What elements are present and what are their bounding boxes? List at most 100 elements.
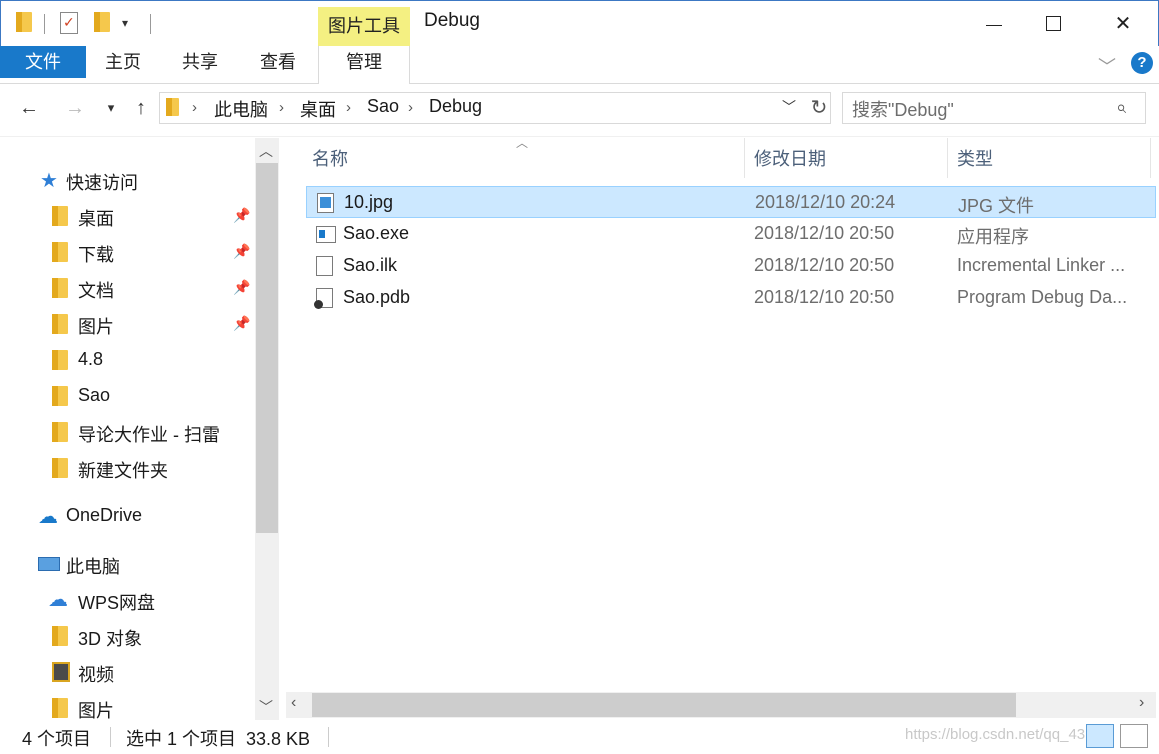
tab-view[interactable]: 查看: [252, 46, 304, 78]
file-name: Sao.pdb: [343, 287, 411, 307]
nav-label: 文档: [78, 281, 114, 301]
column-separator[interactable]: [744, 138, 745, 178]
column-header-type[interactable]: 类型: [957, 145, 993, 171]
scroll-down-icon[interactable]: ﹀: [259, 697, 273, 717]
pin-icon[interactable]: 📌: [233, 315, 250, 332]
nav-item-documents[interactable]: 文档 📌: [0, 270, 255, 306]
minimize-button[interactable]: [964, 0, 1024, 46]
column-header-date[interactable]: 修改日期: [754, 145, 826, 171]
help-icon[interactable]: ?: [1131, 52, 1153, 74]
tab-manage[interactable]: 管理: [338, 46, 390, 78]
nav-item-new-folder[interactable]: 新建文件夹: [0, 450, 255, 486]
sort-ascending-icon: ︿: [516, 136, 529, 150]
nav-item-pictures-pc[interactable]: 图片: [0, 690, 255, 720]
breadcrumb-desktop[interactable]: 桌面: [300, 96, 336, 122]
nav-label: 视频: [78, 665, 114, 685]
exe-file-icon: [316, 226, 336, 243]
pin-icon[interactable]: 📌: [233, 279, 250, 296]
nav-item-videos[interactable]: 视频: [0, 654, 255, 690]
chevron-right-icon[interactable]: ›: [408, 99, 413, 116]
folder-icon: [52, 422, 68, 442]
tab-share[interactable]: 共享: [174, 46, 226, 78]
search-placeholder: 搜索"Debug": [852, 100, 954, 120]
customize-quick-access-icon[interactable]: ▾: [122, 16, 128, 30]
nav-onedrive[interactable]: ☁ OneDrive: [0, 498, 255, 534]
tab-home[interactable]: 主页: [98, 46, 148, 78]
up-button[interactable]: ↑: [126, 94, 156, 122]
nav-label: 图片: [78, 317, 114, 337]
nav-label: 4.8: [78, 349, 104, 369]
nav-scrollbar-thumb[interactable]: [256, 163, 278, 533]
image-file-icon: [317, 193, 334, 213]
back-button[interactable]: ←: [14, 94, 44, 122]
file-date: 2018/12/10 20:50: [754, 223, 895, 243]
separator: [150, 14, 151, 34]
close-button[interactable]: ✕: [1093, 0, 1153, 46]
properties-icon[interactable]: ✓: [60, 12, 78, 34]
scroll-left-icon[interactable]: ‹: [291, 694, 296, 712]
file-row[interactable]: Sao.pdb 2018/12/10 20:50 Program Debug D…: [306, 282, 1156, 314]
downloads-folder-icon: [52, 242, 68, 262]
file-row[interactable]: 10.jpg 2018/12/10 20:24 JPG 文件: [306, 186, 1156, 218]
ilk-file-icon: [316, 256, 333, 276]
wps-cloud-icon: ☁: [48, 589, 68, 611]
pin-icon[interactable]: 📌: [233, 243, 250, 260]
nav-label: 3D 对象: [78, 629, 143, 649]
folder-icon: [52, 458, 68, 478]
horizontal-scrollbar-thumb[interactable]: [312, 693, 1016, 717]
file-row[interactable]: Sao.exe 2018/12/10 20:50 应用程序: [306, 218, 1156, 250]
nav-item-sao[interactable]: Sao: [0, 378, 255, 414]
nav-label: 快速访问: [66, 173, 138, 193]
column-header-name[interactable]: 名称: [312, 145, 348, 171]
column-separator[interactable]: [1150, 138, 1151, 178]
nav-label: 图片: [78, 701, 114, 720]
folder-icon: [166, 98, 179, 116]
nav-label: OneDrive: [66, 505, 143, 525]
large-icons-view-button[interactable]: [1120, 724, 1148, 748]
tab-file[interactable]: 文件: [0, 46, 86, 78]
nav-quick-access[interactable]: ★ 快速访问: [0, 162, 255, 198]
column-separator[interactable]: [947, 138, 948, 178]
watermark: https://blog.csdn.net/qq_43..: [905, 726, 1094, 743]
nav-this-pc[interactable]: 此电脑: [0, 546, 255, 582]
scroll-right-icon[interactable]: ›: [1139, 694, 1144, 712]
file-name: Sao.ilk: [343, 255, 398, 275]
forward-button[interactable]: →: [60, 94, 90, 122]
chevron-right-icon[interactable]: ›: [279, 99, 284, 116]
3d-objects-folder-icon: [52, 626, 68, 646]
file-type: Program Debug Da...: [957, 287, 1128, 307]
window-title: Debug: [424, 10, 480, 31]
nav-item-minesweeper[interactable]: 导论大作业 - 扫雷: [0, 414, 255, 450]
new-folder-icon[interactable]: [94, 12, 110, 32]
file-name: 10.jpg: [344, 192, 394, 212]
file-date: 2018/12/10 20:24: [755, 192, 896, 212]
chevron-right-icon[interactable]: ›: [346, 99, 351, 116]
details-view-button[interactable]: [1086, 724, 1114, 748]
breadcrumb-this-pc[interactable]: 此电脑: [214, 96, 268, 122]
breadcrumb-sao[interactable]: Sao: [367, 96, 399, 117]
address-dropdown-icon[interactable]: ﹀: [782, 97, 796, 117]
nav-label: Sao: [78, 385, 111, 405]
file-type: JPG 文件: [958, 196, 1035, 216]
nav-item-4-8[interactable]: 4.8: [0, 342, 255, 378]
file-name: Sao.exe: [343, 223, 410, 243]
recent-locations-button[interactable]: ▾: [96, 94, 126, 122]
nav-item-downloads[interactable]: 下载 📌: [0, 234, 255, 270]
search-icon[interactable]: ⌕: [1116, 97, 1126, 118]
selection-info: 选中 1 个项目 33.8 KB: [126, 729, 311, 749]
expand-ribbon-icon[interactable]: ﹀: [1098, 53, 1116, 79]
breadcrumb-debug[interactable]: Debug: [429, 96, 482, 117]
refresh-icon[interactable]: ↻: [806, 95, 832, 121]
scroll-up-icon[interactable]: ︿: [259, 141, 273, 161]
chevron-right-icon[interactable]: ›: [192, 99, 197, 116]
nav-item-wps-drive[interactable]: ☁ WPS网盘: [0, 582, 255, 618]
nav-item-desktop[interactable]: 桌面 📌: [0, 198, 255, 234]
pin-icon[interactable]: 📌: [233, 207, 250, 224]
documents-folder-icon: [52, 278, 68, 298]
file-row[interactable]: Sao.ilk 2018/12/10 20:50 Incremental Lin…: [306, 250, 1156, 282]
file-type: Incremental Linker ...: [957, 255, 1126, 275]
maximize-button[interactable]: [1023, 0, 1083, 46]
pictures-folder-icon: [52, 698, 68, 718]
nav-item-pictures[interactable]: 图片 📌: [0, 306, 255, 342]
nav-item-3d-objects[interactable]: 3D 对象: [0, 618, 255, 654]
